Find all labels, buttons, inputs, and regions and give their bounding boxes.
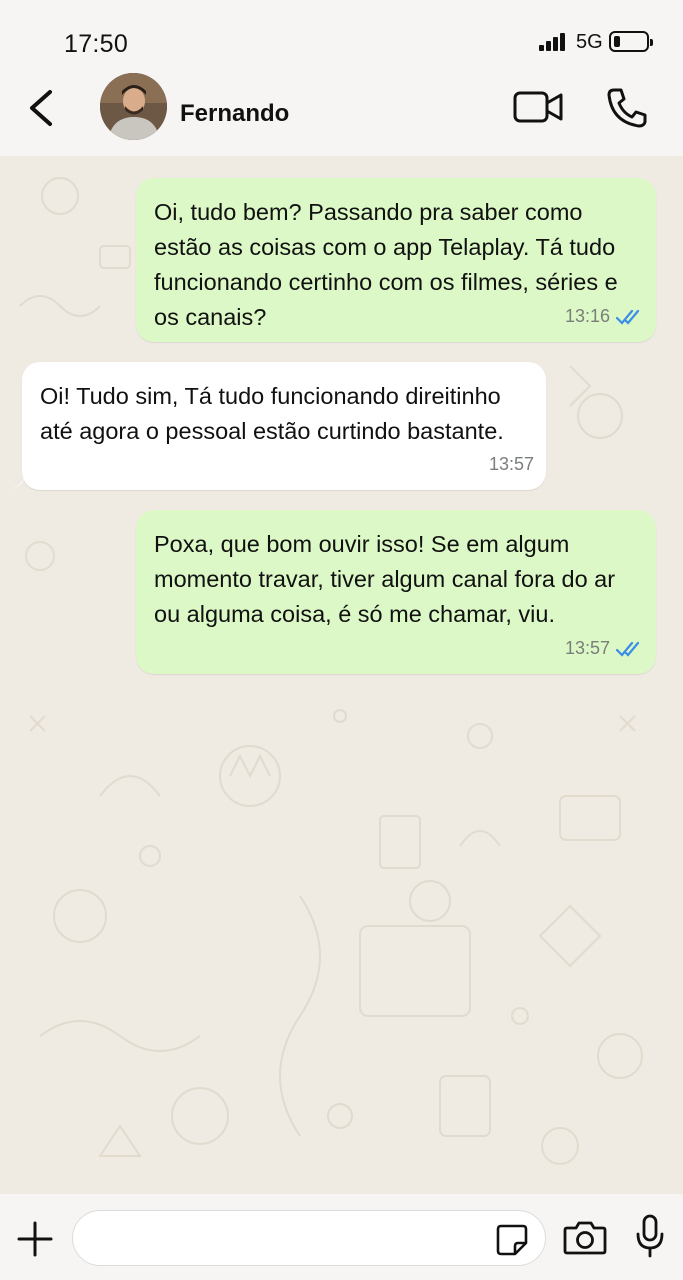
bubble-tail bbox=[8, 474, 26, 490]
status-time: 17:50 bbox=[64, 30, 129, 58]
message-meta: 13:57 bbox=[565, 631, 644, 666]
battery-icon bbox=[609, 31, 653, 52]
chat-area[interactable]: Oi, tudo bem? Passando pra saber como es… bbox=[0, 156, 683, 1194]
status-bar: 17:50 5G bbox=[0, 0, 683, 70]
video-call-icon[interactable] bbox=[512, 88, 564, 126]
read-receipt-icon bbox=[616, 309, 640, 325]
message-text: Poxa, que bom ouvir isso! Se em algum mo… bbox=[154, 531, 616, 627]
phone-call-icon[interactable] bbox=[604, 86, 650, 128]
signal-icon bbox=[539, 33, 569, 51]
avatar[interactable] bbox=[100, 73, 167, 140]
microphone-icon[interactable] bbox=[634, 1214, 666, 1258]
camera-icon[interactable] bbox=[563, 1218, 607, 1256]
message-input-container[interactable] bbox=[72, 1210, 546, 1266]
message-input[interactable] bbox=[93, 1219, 483, 1259]
message-bubble-outgoing[interactable]: Poxa, que bom ouvir isso! Se em algum mo… bbox=[136, 510, 656, 674]
message-meta: 13:57 bbox=[489, 447, 534, 482]
message-bubble-incoming[interactable]: Oi! Tudo sim, Tá tudo funcionando direit… bbox=[22, 362, 546, 490]
message-text: Oi! Tudo sim, Tá tudo funcionando direit… bbox=[40, 383, 504, 444]
message-time: 13:57 bbox=[488, 454, 534, 474]
chat-header: Fernando bbox=[0, 70, 683, 156]
read-receipt-icon bbox=[616, 641, 640, 657]
message-bubble-outgoing[interactable]: Oi, tudo bem? Passando pra saber como es… bbox=[136, 178, 656, 342]
composer-bar bbox=[0, 1194, 683, 1280]
back-arrow-icon[interactable] bbox=[22, 86, 62, 130]
plus-icon[interactable] bbox=[16, 1220, 54, 1258]
bubble-tail bbox=[648, 326, 666, 342]
sticker-icon[interactable] bbox=[495, 1223, 529, 1257]
message-time: 13:16 bbox=[564, 306, 610, 326]
message-time: 13:57 bbox=[564, 638, 610, 658]
message-meta: 13:16 bbox=[565, 299, 644, 334]
network-label: 5G bbox=[576, 31, 603, 53]
contact-name[interactable]: Fernando bbox=[180, 100, 289, 128]
